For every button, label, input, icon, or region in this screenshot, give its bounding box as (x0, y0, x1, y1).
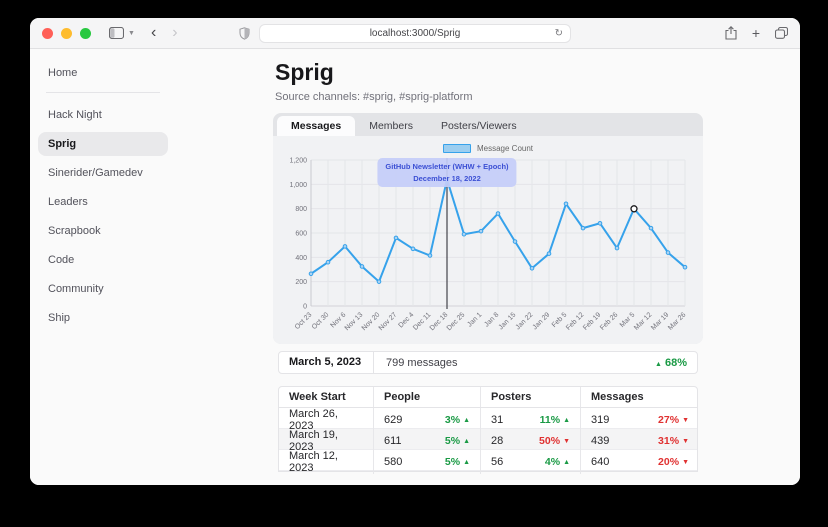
svg-text:Mar 12: Mar 12 (633, 311, 653, 331)
legend-swatch (442, 143, 471, 153)
address-bar[interactable]: localhost:3000/Sprig ↻ (259, 23, 571, 43)
week-start-cell: March 12, 2023 (279, 450, 374, 474)
sidebar-toggle-icon[interactable] (109, 27, 124, 39)
svg-text:Jan 1: Jan 1 (466, 311, 483, 328)
svg-text:Mar 26: Mar 26 (667, 311, 687, 331)
sidebar-item-hack-night[interactable]: Hack Night (38, 103, 168, 127)
page-title: Sprig (275, 59, 334, 85)
browser-window: ▼ ‹ › localhost:3000/Sprig ↻ + Home Hack… (30, 18, 800, 485)
sidebar-item-ship[interactable]: Ship (38, 306, 168, 330)
tab-messages[interactable]: Messages (277, 116, 356, 136)
sidebar-item-code[interactable]: Code (38, 248, 168, 272)
url-text: localhost:3000/Sprig (369, 27, 461, 39)
table-row[interactable]: March 19, 2023 611 5% ▲ 28 50% ▼ 439 31% ▼ (279, 429, 697, 453)
svg-text:Feb 19: Feb 19 (582, 311, 602, 331)
summary-change: ▲ 68% (654, 356, 687, 369)
svg-text:200: 200 (295, 279, 307, 286)
tab-members[interactable]: Members (355, 116, 427, 136)
trend-icon: ▼ (682, 458, 689, 466)
reload-icon[interactable]: ↻ (555, 28, 563, 39)
annotation-date: December 18, 2022 (413, 173, 481, 183)
chart-legend[interactable]: Message Count (281, 142, 695, 154)
svg-text:Jan 15: Jan 15 (498, 311, 518, 331)
svg-text:Jan 29: Jan 29 (532, 311, 552, 331)
privacy-shield-icon[interactable] (239, 26, 250, 40)
svg-text:Mar 19: Mar 19 (650, 311, 670, 331)
trend-icon: ▼ (563, 437, 570, 445)
annotation-title: GitHub Newsletter (WHW + Epoch) (385, 162, 509, 171)
svg-text:Oct 30: Oct 30 (311, 311, 331, 331)
sidebar-item-scrapbook[interactable]: Scrapbook (38, 219, 168, 243)
minimize-window-button[interactable] (61, 27, 72, 39)
people-cell: 580 5% ▲ (374, 450, 481, 474)
col-week-start: Week Start (279, 387, 374, 407)
forward-button[interactable]: › (172, 25, 177, 41)
trend-icon: ▲ (463, 416, 470, 424)
svg-text:800: 800 (295, 206, 307, 213)
zoom-window-button[interactable] (80, 27, 91, 39)
svg-text:0: 0 (303, 304, 307, 311)
sidebar-item-sprig[interactable]: Sprig (38, 132, 168, 156)
svg-text:Nov 27: Nov 27 (378, 311, 399, 332)
summary-messages: 799 messages (386, 356, 458, 369)
svg-text:Oct 23: Oct 23 (294, 311, 314, 331)
sidebar-item-community[interactable]: Community (38, 277, 168, 301)
svg-text:1,200: 1,200 (289, 158, 307, 165)
col-posters: Posters (481, 387, 581, 407)
messages-cell: 640 20% ▼ (591, 456, 689, 468)
summary-date: March 5, 2023 (279, 352, 374, 373)
window-controls (42, 27, 91, 39)
close-window-button[interactable] (42, 27, 53, 39)
sidebar-item-leaders[interactable]: Leaders (38, 190, 168, 214)
sidebar-item-home[interactable]: Home (38, 61, 168, 85)
source-channels-subtitle: Source channels: #sprig, #sprig-platform (275, 91, 473, 103)
browser-toolbar: ▼ ‹ › localhost:3000/Sprig ↻ + (30, 18, 800, 49)
col-people: People (374, 387, 481, 407)
svg-text:Feb 12: Feb 12 (565, 311, 585, 331)
svg-text:Feb 26: Feb 26 (599, 311, 619, 331)
stats-panel: Messages Members Posters/Viewers Message… (273, 113, 703, 344)
new-tab-icon[interactable]: + (752, 25, 760, 41)
trend-icon: ▼ (682, 416, 689, 424)
selected-week-summary: March 5, 2023 799 messages ▲ 68% (278, 351, 698, 374)
legend-label: Message Count (476, 143, 534, 153)
svg-text:Dec 25: Dec 25 (446, 311, 467, 332)
svg-text:1,000: 1,000 (289, 182, 307, 189)
trend-icon: ▼ (682, 437, 689, 445)
chart-panel: Message Count 0 200 400 600 800 1,000 1,200 Oct… (273, 136, 703, 344)
chevron-down-icon[interactable]: ▼ (128, 30, 135, 37)
chart-annotation-tooltip: GitHub Newsletter (WHW + Epoch) December… (377, 158, 517, 188)
share-icon[interactable] (725, 26, 737, 40)
col-messages: Messages (591, 391, 644, 403)
sidebar-item-sinerider-gamedev[interactable]: Sinerider/Gamedev (38, 161, 168, 185)
sidebar-divider (46, 92, 160, 93)
table-row[interactable]: March 26, 2023 629 3% ▲ 31 11% ▲ 319 27% ▼ (279, 408, 697, 432)
trend-icon: ▲ (463, 437, 470, 445)
svg-text:600: 600 (295, 231, 307, 238)
svg-text:Jan 22: Jan 22 (515, 311, 535, 331)
table-header-row: Week Start People Posters Messages (279, 387, 697, 408)
trend-icon: ▲ (563, 416, 570, 424)
tab-bar: Messages Members Posters/Viewers (273, 113, 703, 136)
triangle-up-icon: ▲ (654, 360, 662, 368)
trend-icon: ▲ (563, 458, 570, 466)
weekly-stats-table: Week Start People Posters Messages March… (278, 386, 698, 474)
trend-icon: ▲ (463, 458, 470, 466)
back-button[interactable]: ‹ (151, 25, 156, 41)
table-row[interactable]: March 12, 2023 580 5% ▲ 56 4% ▲ 640 20% ▼ (279, 450, 697, 474)
svg-text:400: 400 (295, 255, 307, 262)
sidebar-nav: Home Hack Night Sprig Sinerider/Gamedev … (30, 49, 176, 485)
tab-posters-viewers[interactable]: Posters/Viewers (427, 116, 531, 136)
tab-overview-icon[interactable] (775, 27, 788, 39)
posters-cell: 56 4% ▲ (481, 450, 581, 474)
